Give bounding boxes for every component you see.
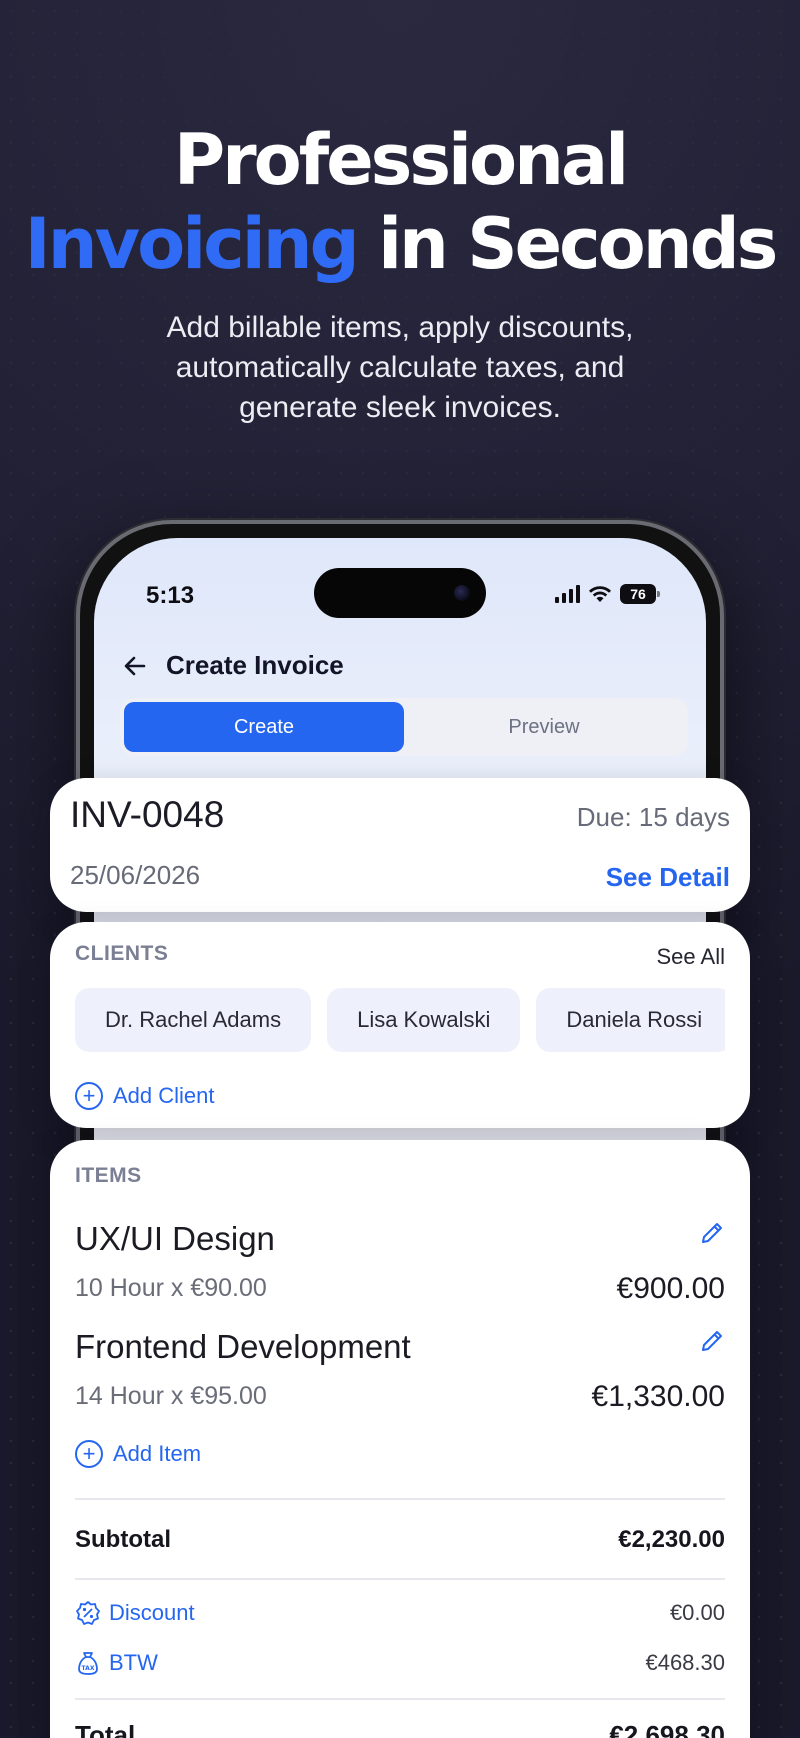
invoice-header-card: INV-0048 Due: 15 days 25/06/2026 See Det… [50,778,750,912]
item-price: €1,330.00 [591,1380,725,1413]
clients-card: CLIENTS See All Dr. Rachel Adams Lisa Ko… [50,922,750,1128]
items-card: ITEMS UX/UI Design 10 Hour x €90.00 €900… [50,1140,750,1738]
wifi-icon [589,586,611,602]
plus-circle-icon: + [75,1440,103,1468]
hero: Professional Invoicing in Seconds Add bi… [0,118,800,428]
plus-circle-icon: + [75,1082,103,1110]
hero-title: Professional Invoicing in Seconds [0,118,800,286]
discount-value: €0.00 [669,1600,725,1625]
page-title: Create Invoice [166,650,344,680]
tax-label: BTW [109,1650,158,1675]
see-all-link[interactable]: See All [657,944,726,970]
item-name: UX/UI Design [75,1220,275,1257]
item-price: €900.00 [616,1272,725,1305]
client-chip[interactable]: Daniela Rossi [536,988,725,1052]
divider [75,1698,725,1700]
status-icons: 76 [555,584,660,604]
hero-title-line1: Professional [173,119,629,201]
pencil-icon[interactable] [699,1220,725,1246]
add-client-button[interactable]: + Add Client [75,1082,215,1110]
add-item-label: Add Item [113,1441,202,1466]
app-bar: Create Invoice [122,650,344,681]
add-item-button[interactable]: + Add Item [75,1440,201,1468]
hero-title-accent: Invoicing [24,203,360,285]
client-chips: Dr. Rachel Adams Lisa Kowalski Daniela R… [75,988,725,1054]
divider [75,1578,725,1580]
tax-bag-icon: TAX [78,1652,98,1675]
status-time: 5:13 [146,582,195,609]
svg-text:TAX: TAX [82,1665,95,1672]
divider [75,1498,725,1500]
list-item[interactable]: Frontend Development 14 Hour x €95.00 €1… [75,1328,725,1428]
mode-tabs: Create Preview [120,698,688,756]
client-chip[interactable]: Dr. Rachel Adams [75,988,312,1052]
item-quantity: 14 Hour x €95.00 [75,1382,267,1410]
tax-row[interactable]: TAX BTW €468.30 [75,1650,725,1684]
status-bar: 5:13 76 [94,582,706,610]
items-section-label: ITEMS [75,1164,142,1187]
total-label: Total [75,1720,136,1738]
tax-value: €468.30 [645,1650,725,1675]
see-detail-link[interactable]: See Detail [606,862,730,893]
tab-preview[interactable]: Preview [404,702,684,752]
add-client-label: Add Client [113,1083,215,1108]
total-row: Total €2,698.30 [75,1720,725,1738]
client-chip[interactable]: Lisa Kowalski [327,988,521,1052]
tax-label-group: TAX BTW [75,1650,158,1676]
subtotal-row: Subtotal €2,230.00 [75,1526,725,1560]
subtotal-label: Subtotal [75,1526,171,1553]
item-name: Frontend Development [75,1328,411,1365]
tab-create[interactable]: Create [124,702,404,752]
hero-title-rest: in Seconds [378,203,778,285]
battery-icon: 76 [620,584,660,604]
discount-row[interactable]: Discount €0.00 [75,1600,725,1634]
invoice-date[interactable]: 25/06/2026 [70,860,200,891]
pencil-icon[interactable] [699,1328,725,1354]
item-quantity: 10 Hour x €90.00 [75,1274,267,1302]
subtotal-value: €2,230.00 [618,1526,725,1553]
discount-badge-icon [76,1601,100,1625]
discount-label: Discount [109,1600,195,1625]
list-item[interactable]: UX/UI Design 10 Hour x €90.00 €900.00 [75,1220,725,1320]
signal-icon [555,585,580,603]
discount-label-group: Discount [75,1600,195,1626]
invoice-number: INV-0048 [70,794,225,835]
total-value: €2,698.30 [609,1720,725,1738]
clients-section-label: CLIENTS [75,942,169,965]
hero-subtitle: Add billable items, apply discounts, aut… [166,311,634,424]
back-arrow-icon[interactable] [122,653,148,679]
due-label: Due: 15 days [576,802,730,832]
